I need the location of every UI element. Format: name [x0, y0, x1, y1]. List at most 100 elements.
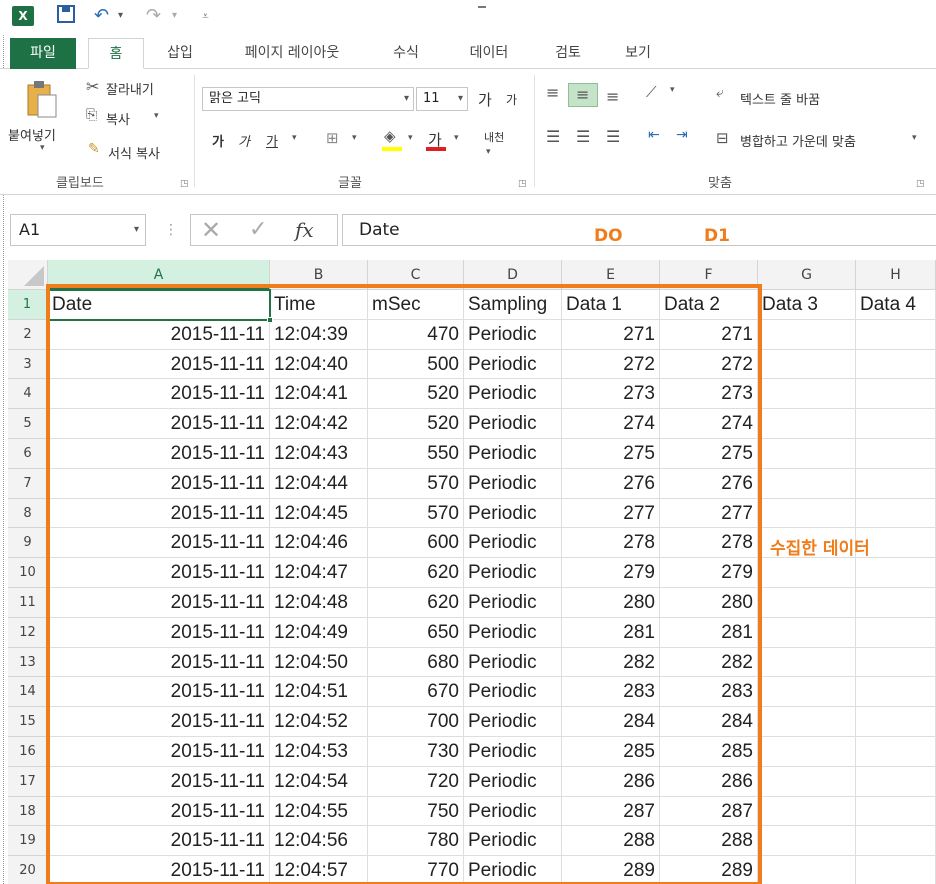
table-cell[interactable]: [856, 439, 936, 469]
table-cell[interactable]: 520: [368, 379, 464, 410]
table-cell[interactable]: 275: [562, 439, 660, 469]
paste-icon[interactable]: [24, 79, 58, 123]
header-cell[interactable]: Data 2: [660, 290, 758, 320]
table-cell[interactable]: 2015-11-11: [48, 588, 270, 618]
table-cell[interactable]: [758, 826, 856, 857]
table-cell[interactable]: [758, 707, 856, 737]
table-cell[interactable]: [758, 468, 856, 499]
table-cell[interactable]: 730: [368, 737, 464, 767]
table-cell[interactable]: [856, 707, 936, 737]
table-cell[interactable]: [758, 647, 856, 678]
table-cell[interactable]: 12:04:40: [270, 349, 368, 380]
row-header[interactable]: 4: [8, 379, 48, 410]
table-cell[interactable]: 2015-11-11: [48, 528, 270, 559]
table-cell[interactable]: [856, 677, 936, 708]
header-cell[interactable]: Data 3: [758, 290, 856, 320]
table-cell[interactable]: [856, 766, 936, 797]
merge-center-icon[interactable]: ⊟: [716, 129, 729, 147]
row-header[interactable]: 7: [8, 468, 48, 499]
table-cell[interactable]: 12:04:46: [270, 528, 368, 559]
table-cell[interactable]: 284: [660, 707, 758, 737]
font-size-combo[interactable]: 11 ▾: [416, 87, 468, 111]
table-cell[interactable]: 12:04:56: [270, 826, 368, 857]
table-cell[interactable]: Periodic: [464, 379, 562, 410]
table-cell[interactable]: [758, 588, 856, 618]
row-header[interactable]: 13: [8, 647, 48, 678]
table-cell[interactable]: 12:04:45: [270, 498, 368, 529]
tab-formulas[interactable]: 수식: [378, 38, 434, 69]
table-cell[interactable]: 12:04:51: [270, 677, 368, 708]
cancel-icon[interactable]: ✕: [201, 215, 221, 245]
align-left-icon[interactable]: ☰: [546, 127, 560, 146]
grow-font-button[interactable]: 가: [478, 89, 492, 110]
row-header[interactable]: 17: [8, 766, 48, 797]
tab-view[interactable]: 보기: [610, 38, 666, 69]
font-name-combo[interactable]: 맑은 고딕 ▾: [202, 87, 414, 111]
phonetic-button[interactable]: 내천: [484, 129, 504, 145]
column-header-d[interactable]: D: [464, 260, 562, 290]
table-cell[interactable]: 277: [660, 498, 758, 529]
table-cell[interactable]: 12:04:52: [270, 707, 368, 737]
row-header[interactable]: 1: [8, 290, 48, 320]
table-cell[interactable]: 273: [562, 379, 660, 410]
row-header[interactable]: 16: [8, 737, 48, 767]
column-header-e[interactable]: E: [562, 260, 660, 290]
header-cell[interactable]: Time: [270, 290, 368, 320]
increase-indent-icon[interactable]: ⇥: [676, 127, 688, 143]
font-color-dropdown-icon[interactable]: ▾: [454, 133, 459, 143]
tab-data[interactable]: 데이터: [454, 38, 524, 69]
table-cell[interactable]: 276: [660, 468, 758, 499]
table-cell[interactable]: Periodic: [464, 468, 562, 499]
table-cell[interactable]: 570: [368, 468, 464, 499]
table-cell[interactable]: [856, 856, 936, 884]
table-cell[interactable]: 12:04:50: [270, 647, 368, 678]
table-cell[interactable]: 2015-11-11: [48, 766, 270, 797]
name-box[interactable]: A1 ▾: [10, 214, 146, 246]
wrap-text-button[interactable]: 텍스트 줄 바꿈: [740, 89, 820, 108]
table-cell[interactable]: 12:04:57: [270, 856, 368, 884]
table-cell[interactable]: 286: [660, 766, 758, 797]
table-cell[interactable]: Periodic: [464, 439, 562, 469]
table-cell[interactable]: 287: [660, 796, 758, 827]
table-cell[interactable]: [758, 409, 856, 439]
table-cell[interactable]: 12:04:41: [270, 379, 368, 410]
redo-icon[interactable]: ↷: [146, 4, 161, 28]
table-cell[interactable]: 2015-11-11: [48, 677, 270, 708]
row-header[interactable]: 11: [8, 588, 48, 618]
table-cell[interactable]: 12:04:53: [270, 737, 368, 767]
table-cell[interactable]: Periodic: [464, 856, 562, 884]
table-cell[interactable]: [856, 319, 936, 350]
row-header[interactable]: 19: [8, 826, 48, 857]
table-cell[interactable]: [758, 617, 856, 648]
table-cell[interactable]: Periodic: [464, 528, 562, 559]
table-cell[interactable]: 2015-11-11: [48, 707, 270, 737]
table-cell[interactable]: 285: [562, 737, 660, 767]
column-header-a[interactable]: A: [48, 260, 270, 290]
table-cell[interactable]: [856, 409, 936, 439]
table-cell[interactable]: 12:04:43: [270, 439, 368, 469]
table-cell[interactable]: 2015-11-11: [48, 498, 270, 529]
table-cell[interactable]: 273: [660, 379, 758, 410]
table-cell[interactable]: 520: [368, 409, 464, 439]
table-cell[interactable]: [856, 349, 936, 380]
font-launcher-icon[interactable]: ◳: [518, 179, 527, 189]
table-cell[interactable]: [758, 766, 856, 797]
insert-function-icon[interactable]: fx: [295, 215, 314, 245]
table-cell[interactable]: 12:04:42: [270, 409, 368, 439]
table-cell[interactable]: 700: [368, 707, 464, 737]
table-cell[interactable]: 2015-11-11: [48, 439, 270, 469]
table-cell[interactable]: [856, 617, 936, 648]
table-cell[interactable]: 12:04:44: [270, 468, 368, 499]
copy-dropdown-icon[interactable]: ▾: [154, 111, 159, 121]
redo-dropdown-icon[interactable]: ▾: [172, 4, 177, 28]
table-cell[interactable]: [856, 379, 936, 410]
table-cell[interactable]: [758, 439, 856, 469]
row-header[interactable]: 15: [8, 707, 48, 737]
merge-dropdown-icon[interactable]: ▾: [912, 133, 917, 143]
table-cell[interactable]: 289: [660, 856, 758, 884]
table-cell[interactable]: [856, 558, 936, 588]
table-cell[interactable]: 2015-11-11: [48, 379, 270, 410]
table-cell[interactable]: 2015-11-11: [48, 737, 270, 767]
table-cell[interactable]: 2015-11-11: [48, 558, 270, 588]
table-cell[interactable]: 281: [562, 617, 660, 648]
